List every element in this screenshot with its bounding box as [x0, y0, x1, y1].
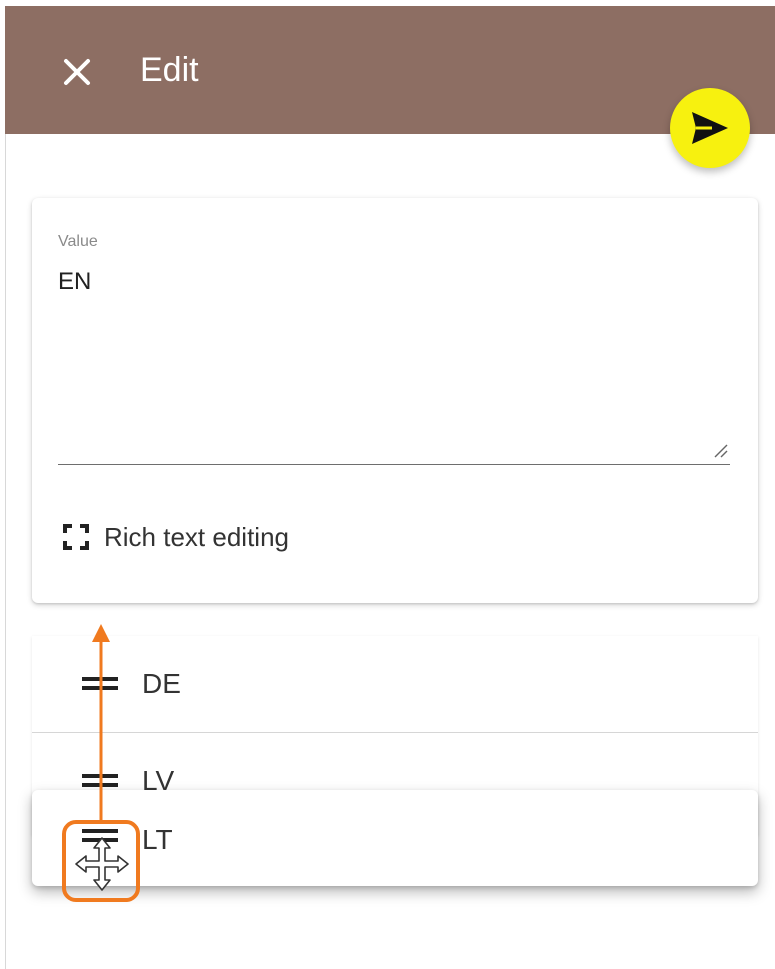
close-icon: [64, 59, 90, 85]
value-label: Value: [58, 233, 98, 250]
drag-handle-icon[interactable]: [82, 771, 118, 791]
fullscreen-icon: [60, 521, 92, 553]
dragging-list-item[interactable]: LT: [32, 790, 758, 886]
list-item[interactable]: DE: [32, 636, 758, 733]
value-card: Value EN Rich text editing: [32, 198, 758, 603]
list-item-label: LT: [142, 824, 173, 855]
rich-text-label: Rich text editing: [104, 521, 289, 552]
page-title: Edit: [140, 51, 199, 89]
rich-text-toggle[interactable]: Rich text editing: [60, 516, 289, 558]
value-underline: [58, 464, 730, 465]
send-icon: [692, 112, 728, 144]
value-text: EN: [58, 268, 92, 295]
app-bar: Edit: [5, 6, 775, 134]
resize-handle-icon[interactable]: [712, 442, 728, 458]
drag-handle-icon[interactable]: [82, 674, 118, 694]
list-item-label: DE: [142, 668, 181, 699]
send-button[interactable]: [670, 88, 750, 168]
value-textarea[interactable]: [58, 228, 730, 464]
drag-handle-icon[interactable]: [82, 826, 118, 846]
close-button[interactable]: [55, 50, 99, 94]
